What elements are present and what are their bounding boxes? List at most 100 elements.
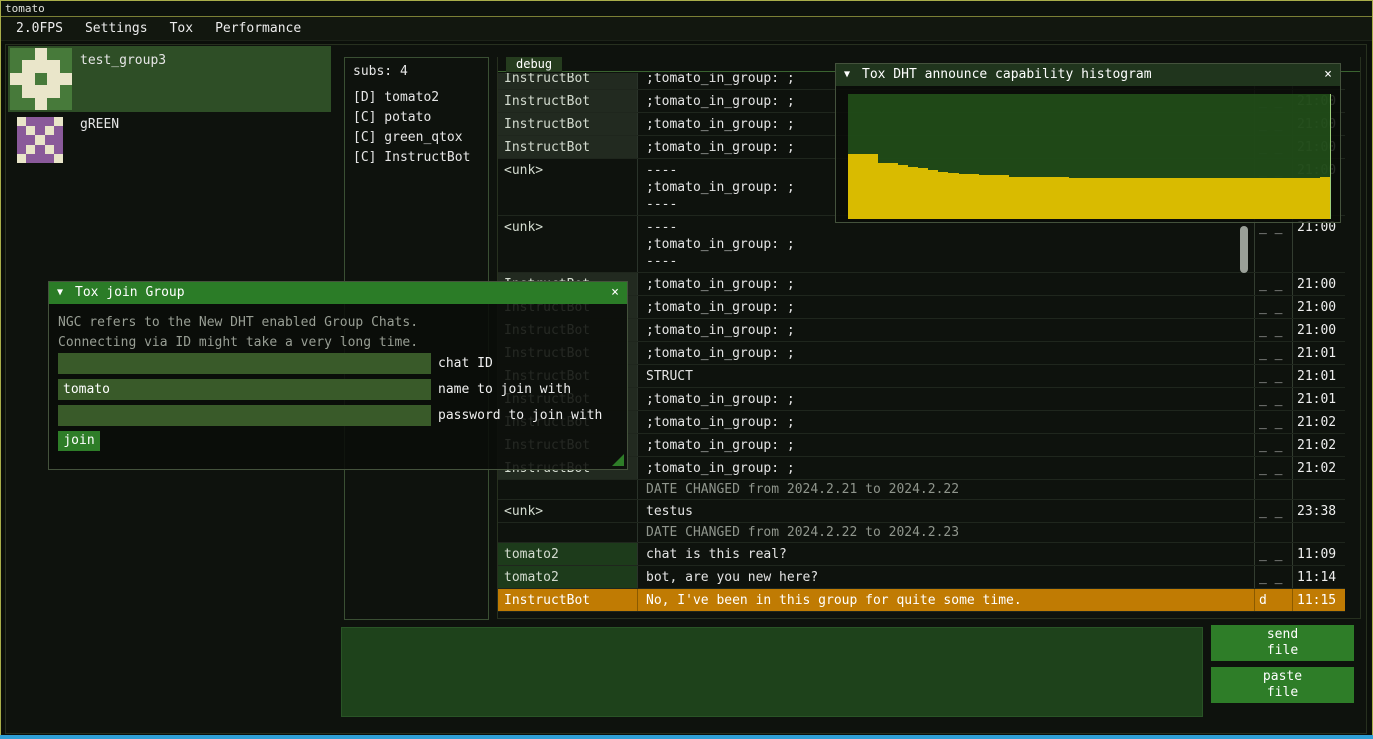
subs-list-item[interactable]: [C] green_qtox: [345, 128, 488, 148]
delivery-status: _ _: [1254, 342, 1292, 364]
timestamp: 21:02: [1292, 434, 1345, 456]
histogram-bar: [878, 163, 888, 219]
delivery-status: _ _: [1254, 216, 1292, 272]
menu-settings[interactable]: Settings: [74, 17, 159, 41]
collapse-icon[interactable]: ▼: [844, 64, 850, 86]
sender-name: InstructBot: [498, 73, 638, 89]
subs-list-item[interactable]: [C] potato: [345, 108, 488, 128]
chat-id-label: chat ID: [438, 356, 493, 371]
histogram-bar: [1310, 178, 1320, 219]
contact-name: test_group3: [80, 53, 166, 68]
chat-message-row[interactable]: <unk>----;tomato_in_group: ;----_ _21:00: [498, 216, 1345, 273]
histogram-bar: [1129, 178, 1139, 219]
chat-message-row[interactable]: tomato2chat is this real?_ _11:09: [498, 543, 1345, 566]
join-password-input[interactable]: [58, 405, 431, 426]
timestamp: 21:00: [1292, 319, 1345, 341]
histogram-bar: [1039, 177, 1049, 220]
dht-histogram-window: ▼ Tox DHT announce capability histogram …: [835, 63, 1341, 223]
send-file-button[interactable]: send file: [1211, 625, 1354, 661]
histogram-bar: [938, 172, 948, 220]
date-separator-row: DATE CHANGED from 2024.2.22 to 2024.2.23: [498, 523, 1345, 543]
message-text: ----;tomato_in_group: ;----: [638, 216, 1254, 272]
paste-file-button[interactable]: paste file: [1211, 667, 1354, 703]
chat-message-row[interactable]: <unk>testus_ _23:38: [498, 500, 1345, 523]
contact-test_group3[interactable]: test_group3: [8, 46, 331, 112]
join-group-window-title: Tox join Group: [75, 285, 185, 300]
tab-debug[interactable]: debug: [506, 57, 562, 72]
delivery-status: _ _: [1254, 365, 1292, 387]
message-text: ;tomato_in_group: ;: [638, 457, 1254, 479]
close-icon[interactable]: ×: [1324, 64, 1332, 86]
join-group-window-titlebar[interactable]: ▼ Tox join Group ×: [49, 282, 627, 304]
send-file-label-line2: file: [1267, 643, 1298, 659]
chat-message-row[interactable]: InstructBotNo, I've been in this group f…: [498, 589, 1345, 612]
histogram-bar: [1280, 178, 1290, 219]
timestamp: 23:38: [1292, 500, 1345, 522]
histogram-bar: [1230, 178, 1240, 219]
histogram-bar: [1119, 178, 1129, 219]
message-text: ;tomato_in_group: ;: [638, 296, 1254, 318]
histogram-bar: [999, 175, 1009, 219]
close-icon[interactable]: ×: [611, 282, 619, 304]
histogram-bar: [1059, 177, 1069, 220]
chat-scrollbar[interactable]: [1240, 226, 1248, 273]
histogram-bar: [858, 154, 868, 219]
collapse-icon[interactable]: ▼: [57, 282, 63, 304]
contact-gREEN[interactable]: gREEN: [8, 114, 331, 170]
histogram-bar: [1220, 178, 1230, 219]
subs-list: [D] tomato2[C] potato[C] green_qtox[C] I…: [345, 88, 488, 168]
sender-name: InstructBot: [498, 589, 638, 611]
chat-message-row[interactable]: tomato2bot, are you new here?_ _11:14: [498, 566, 1345, 589]
message-text: bot, are you new here?: [638, 566, 1254, 588]
timestamp: 21:00: [1292, 216, 1345, 272]
histogram-bar: [1049, 177, 1059, 220]
histogram-bar: [1300, 178, 1310, 219]
histogram-bar: [1159, 178, 1169, 219]
paste-file-label-line1: paste: [1263, 669, 1302, 685]
delivery-status: _ _: [1254, 543, 1292, 565]
histogram-bar: [918, 168, 928, 219]
join-name-field-row: tomato name to join with: [58, 379, 571, 400]
chat-id-field-row: chat ID: [58, 353, 493, 374]
join-password-field-row: password to join with: [58, 405, 602, 426]
sender-name: <unk>: [498, 216, 638, 272]
histogram-bar: [848, 154, 858, 219]
chat-id-input[interactable]: [58, 353, 431, 374]
histogram-bar: [1320, 177, 1330, 220]
histogram-bar: [1079, 178, 1089, 219]
histogram-bar: [1270, 178, 1280, 219]
fps-indicator: 2.0FPS: [5, 17, 74, 41]
join-name-label: name to join with: [438, 382, 571, 397]
histogram-bar: [1139, 178, 1149, 219]
menu-performance[interactable]: Performance: [204, 17, 312, 41]
menu-tox[interactable]: Tox: [159, 17, 204, 41]
subs-list-item[interactable]: [D] tomato2: [345, 88, 488, 108]
histogram-bar: [1190, 178, 1200, 219]
subs-list-item[interactable]: [C] InstructBot: [345, 148, 488, 168]
histogram-bar: [948, 173, 958, 219]
paste-file-label-line2: file: [1267, 685, 1298, 701]
message-text: testus: [638, 500, 1254, 522]
contact-name: gREEN: [80, 117, 119, 132]
sender-name: <unk>: [498, 500, 638, 522]
histogram-bar: [898, 165, 908, 219]
window-title: tomato: [1, 1, 1372, 17]
join-button[interactable]: join: [58, 431, 100, 451]
message-input[interactable]: [341, 627, 1203, 717]
join-name-input[interactable]: tomato: [58, 379, 431, 400]
histogram-bar: [1170, 178, 1180, 219]
timestamp: 21:01: [1292, 365, 1345, 387]
histogram-bar: [1260, 178, 1270, 219]
histogram-bar: [1069, 178, 1079, 219]
histogram-bar: [1109, 178, 1119, 219]
dht-histogram-window-title: Tox DHT announce capability histogram: [862, 67, 1152, 82]
timestamp: 11:14: [1292, 566, 1345, 588]
date-changed-text: DATE CHANGED from 2024.2.22 to 2024.2.23: [638, 523, 1254, 542]
sender-name: tomato2: [498, 566, 638, 588]
dht-histogram-window-titlebar[interactable]: ▼ Tox DHT announce capability histogram …: [836, 64, 1340, 86]
message-text: ;tomato_in_group: ;: [638, 411, 1254, 433]
resize-grip[interactable]: [612, 454, 624, 466]
sender-name: InstructBot: [498, 136, 638, 158]
histogram-bar: [1149, 178, 1159, 219]
delivery-status: _ _: [1254, 411, 1292, 433]
